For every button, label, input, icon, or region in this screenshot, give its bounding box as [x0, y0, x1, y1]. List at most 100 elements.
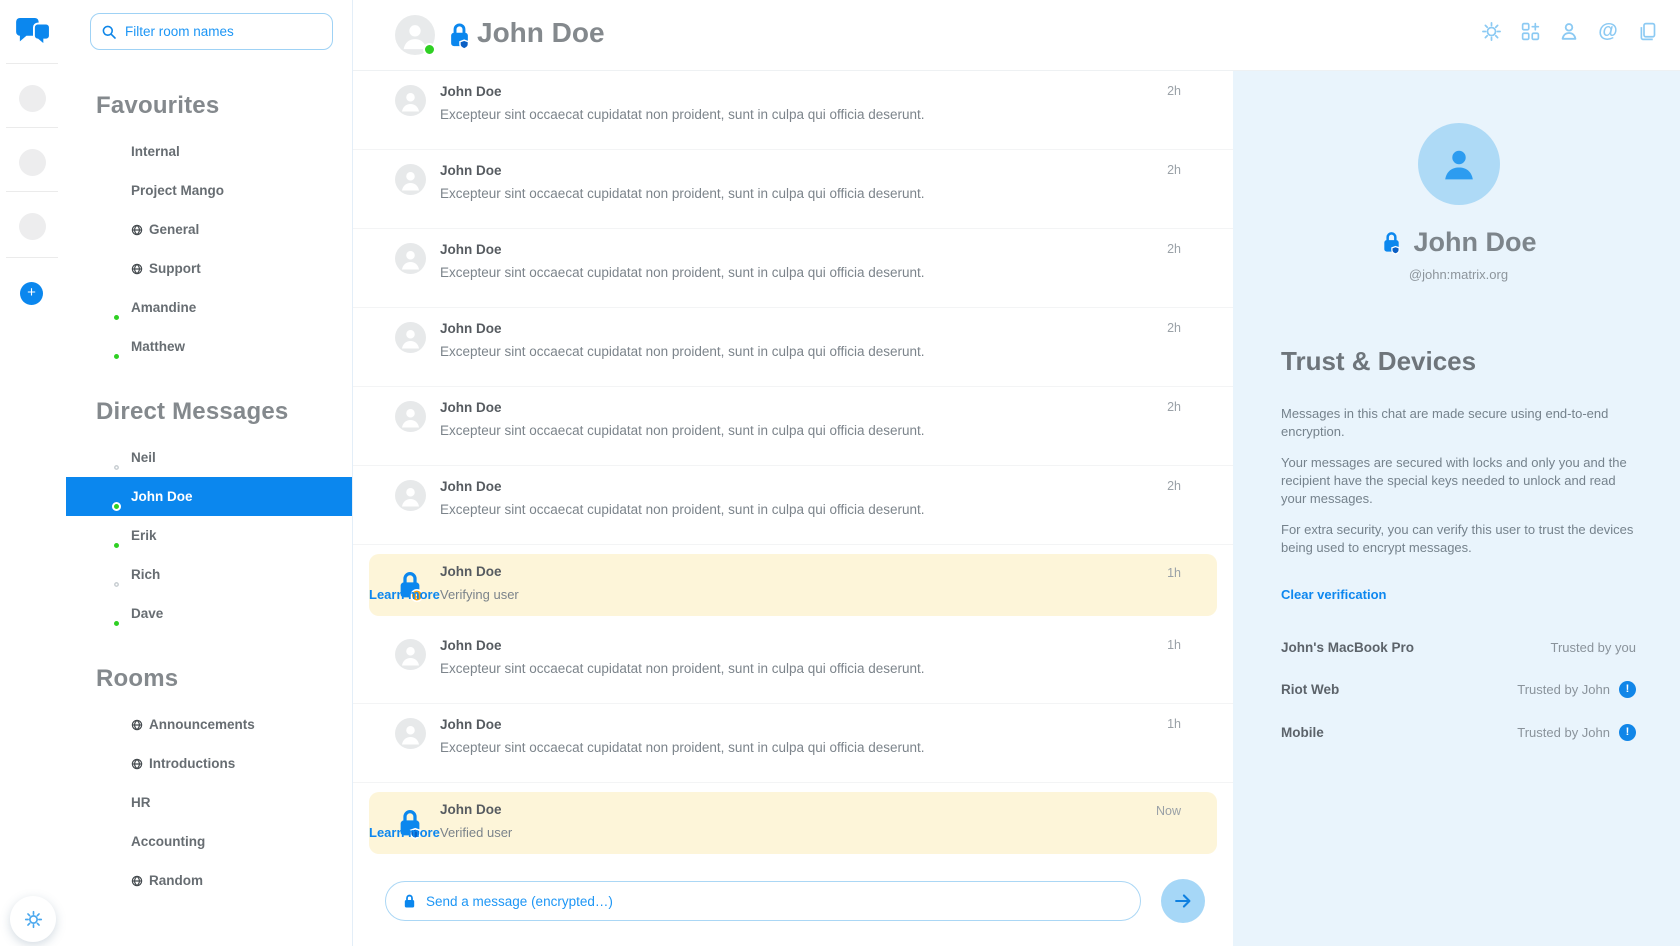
settings-fab-button[interactable]	[10, 896, 56, 942]
rail-divider	[6, 191, 58, 192]
room-avatar	[96, 714, 118, 736]
message-sender: John Doe	[440, 479, 502, 494]
message-avatar	[395, 243, 426, 274]
message-text: Excepteur sint occaecat cupidatat non pr…	[440, 502, 925, 517]
sidebar-item-label: General	[131, 222, 199, 237]
create-room-icon[interactable]	[1519, 20, 1541, 42]
sidebar-item-hr[interactable]: HR	[66, 783, 352, 822]
chat-toolbar: @	[1480, 20, 1658, 42]
message-sender: John Doe	[440, 717, 502, 732]
message-row: John Doe Excepteur sint occaecat cupidat…	[353, 150, 1233, 229]
sidebar-item-john-doe[interactable]: John Doe	[66, 477, 352, 516]
room-avatar	[96, 141, 118, 163]
device-trust-status: Trusted by John	[1517, 682, 1610, 697]
sidebar-item-label: Internal	[131, 144, 180, 159]
room-avatar	[96, 447, 118, 469]
message-row: John Doe Excepteur sint occaecat cupidat…	[353, 625, 1233, 704]
presence-dot	[112, 463, 121, 472]
sidebar-item-general[interactable]: General	[66, 210, 352, 249]
sidebar-item-label: Neil	[131, 450, 156, 465]
message-timestamp: 2h	[1167, 479, 1181, 493]
trust-paragraph: For extra security, you can verify this …	[1281, 521, 1636, 557]
send-button[interactable]	[1161, 879, 1205, 923]
settings-icon[interactable]	[1480, 20, 1502, 42]
message-sender: John Doe	[440, 400, 502, 415]
rail-divider	[6, 257, 58, 258]
profile-avatar	[1418, 123, 1500, 205]
rail-room-avatar[interactable]	[19, 85, 46, 112]
message-text: Excepteur sint occaecat cupidatat non pr…	[440, 186, 925, 201]
sidebar-item-matthew[interactable]: Matthew	[66, 327, 352, 366]
sidebar-item-project-mango[interactable]: Project Mango	[66, 171, 352, 210]
room-avatar	[96, 180, 118, 202]
sidebar-item-internal[interactable]: Internal	[66, 132, 352, 171]
info-icon[interactable]: !	[1619, 724, 1636, 741]
message-row: John Doe Excepteur sint occaecat cupidat…	[353, 71, 1233, 150]
device-row: John's MacBook Pro Trusted by you !	[1281, 640, 1636, 655]
sidebar-item-random[interactable]: Random	[66, 861, 352, 900]
sidebar-item-introductions[interactable]: Introductions	[66, 744, 352, 783]
message-input[interactable]	[426, 894, 1124, 909]
device-trust-status: Trusted by John	[1517, 725, 1610, 740]
sidebar-item-accounting[interactable]: Accounting	[66, 822, 352, 861]
message-sender: John Doe	[440, 321, 502, 336]
verified-lock-icon	[1380, 230, 1403, 255]
mentions-icon[interactable]: @	[1597, 20, 1619, 42]
sidebar-item-label: Matthew	[131, 339, 185, 354]
message-text: Excepteur sint occaecat cupidatat non pr…	[440, 740, 925, 755]
sidebar-item-rich[interactable]: Rich	[66, 555, 352, 594]
sidebar-section: Rooms Announcements Introductio	[66, 665, 352, 900]
message-text: Excepteur sint occaecat cupidatat non pr…	[440, 661, 925, 676]
sidebar-item-neil[interactable]: Neil	[66, 438, 352, 477]
add-community-button[interactable]: +	[20, 282, 43, 305]
main-area: John Doe @	[352, 0, 1680, 946]
room-avatar	[96, 486, 118, 508]
message-row: John Doe Excepteur sint occaecat cupidat…	[353, 466, 1233, 545]
sidebar-item-amandine[interactable]: Amandine	[66, 288, 352, 327]
app-logo-icon[interactable]	[16, 17, 50, 47]
trust-paragraph: Messages in this chat are made secure us…	[1281, 405, 1636, 441]
room-avatar	[96, 258, 118, 280]
message-text: Excepteur sint occaecat cupidatat non pr…	[440, 265, 925, 280]
sidebar-item-support[interactable]: Support	[66, 249, 352, 288]
sidebar-section-title: Direct Messages	[96, 398, 352, 426]
message-avatar	[395, 718, 426, 749]
room-filter	[90, 13, 333, 50]
sidebar-item-announcements[interactable]: Announcements	[66, 705, 352, 744]
lock-icon	[402, 893, 417, 910]
device-name: Riot Web	[1281, 682, 1339, 697]
message-text: Excepteur sint occaecat cupidatat non pr…	[440, 107, 925, 122]
search-input[interactable]	[125, 24, 322, 39]
members-icon[interactable]	[1558, 20, 1580, 42]
message-text: Excepteur sint occaecat cupidatat non pr…	[440, 344, 925, 359]
rail-room-avatar[interactable]	[19, 213, 46, 240]
info-icon[interactable]: !	[1619, 681, 1636, 698]
message-timestamp: 1h	[1167, 717, 1181, 731]
learn-more-link[interactable]: Learn more	[369, 825, 440, 840]
sidebar-item-label: Dave	[131, 606, 163, 621]
clear-verification-link[interactable]: Clear verification	[1281, 587, 1387, 602]
presence-dot	[423, 43, 436, 56]
message-avatar	[395, 164, 426, 195]
files-icon[interactable]	[1636, 20, 1658, 42]
sidebar-item-label: Accounting	[131, 834, 205, 849]
search-icon	[101, 24, 117, 40]
message-row: John Doe Excepteur sint occaecat cupidat…	[353, 308, 1233, 387]
sidebar-item-dave[interactable]: Dave	[66, 594, 352, 633]
message-composer	[385, 881, 1141, 921]
chat-title: John Doe	[477, 17, 605, 49]
message-avatar	[395, 322, 426, 353]
globe-icon	[131, 263, 143, 275]
verification-status: Verifying user	[440, 587, 519, 602]
message-timestamp: 2h	[1167, 242, 1181, 256]
sidebar-item-label: Announcements	[131, 717, 255, 732]
device-name: Mobile	[1281, 725, 1324, 740]
device-row: Riot Web Trusted by John !	[1281, 681, 1636, 698]
member-info-panel: John Doe @john:matrix.org Trust & Device…	[1233, 71, 1680, 946]
presence-dot	[112, 580, 121, 589]
sidebar-item-erik[interactable]: Erik	[66, 516, 352, 555]
rail-room-avatar[interactable]	[19, 149, 46, 176]
sidebar-item-label: Amandine	[131, 300, 196, 315]
sidebar-section: Favourites Internal Project Man	[66, 92, 352, 366]
learn-more-link[interactable]: Learn more	[369, 587, 440, 602]
